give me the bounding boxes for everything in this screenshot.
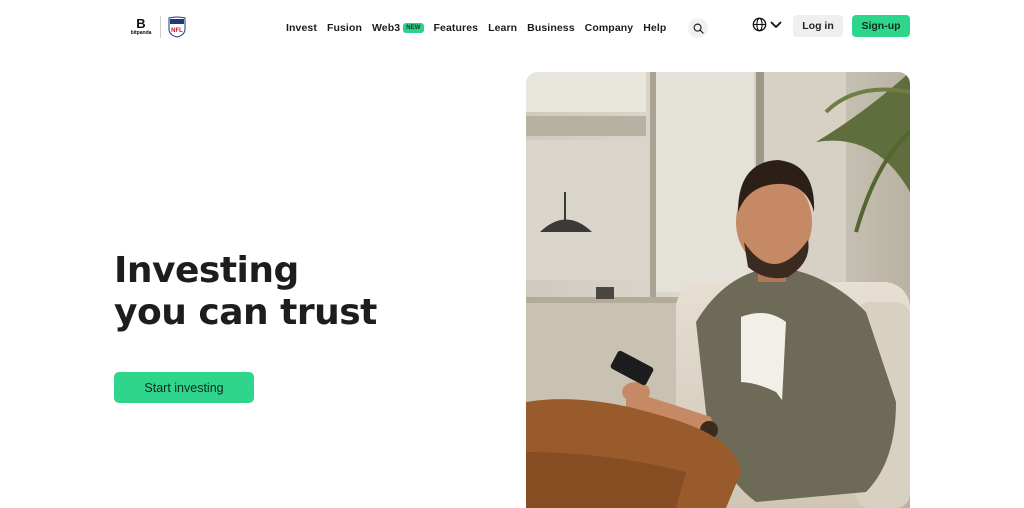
search-button[interactable] [688, 18, 709, 38]
nav-company[interactable]: Company [585, 22, 634, 34]
nfl-shield-icon: NFL [168, 16, 186, 38]
hero-title-line-2: you can trust [114, 292, 377, 333]
globe-icon [752, 17, 767, 32]
main-nav: Invest Fusion Web3 NEW Features Learn Bu… [286, 18, 709, 38]
language-selector[interactable] [752, 17, 782, 32]
nav-web3[interactable]: Web3 NEW [372, 22, 424, 34]
hero-title-line-1: Investing [114, 250, 299, 291]
site-header: B bitpanda NFL Invest Fusion Web3 NEW Fe… [0, 0, 1024, 52]
login-button[interactable]: Log in [793, 15, 843, 37]
bitpanda-logo-letter: B [136, 16, 146, 31]
bitpanda-wordmark: bitpanda [130, 30, 152, 36]
nav-features[interactable]: Features [434, 22, 479, 34]
signup-button[interactable]: Sign-up [852, 15, 910, 37]
bitpanda-logo[interactable]: B bitpanda [128, 16, 154, 36]
hero-image [526, 72, 910, 508]
brand-logo[interactable]: B bitpanda NFL [128, 16, 186, 38]
nav-help[interactable]: Help [643, 22, 666, 34]
nav-web3-label: Web3 [371, 22, 401, 34]
nav-business[interactable]: Business [527, 22, 575, 34]
logo-divider [160, 16, 161, 38]
new-badge: NEW [403, 23, 424, 33]
nav-learn[interactable]: Learn [488, 22, 517, 34]
hero-photo-illustration [526, 72, 910, 508]
nfl-text: NFL [171, 28, 183, 34]
hero-title: Investing you can trust [114, 250, 377, 334]
chevron-down-icon [770, 21, 782, 28]
nav-fusion[interactable]: Fusion [327, 22, 362, 34]
start-investing-button[interactable]: Start investing [114, 372, 254, 403]
nav-invest[interactable]: Invest [286, 22, 317, 34]
search-icon [693, 23, 704, 34]
